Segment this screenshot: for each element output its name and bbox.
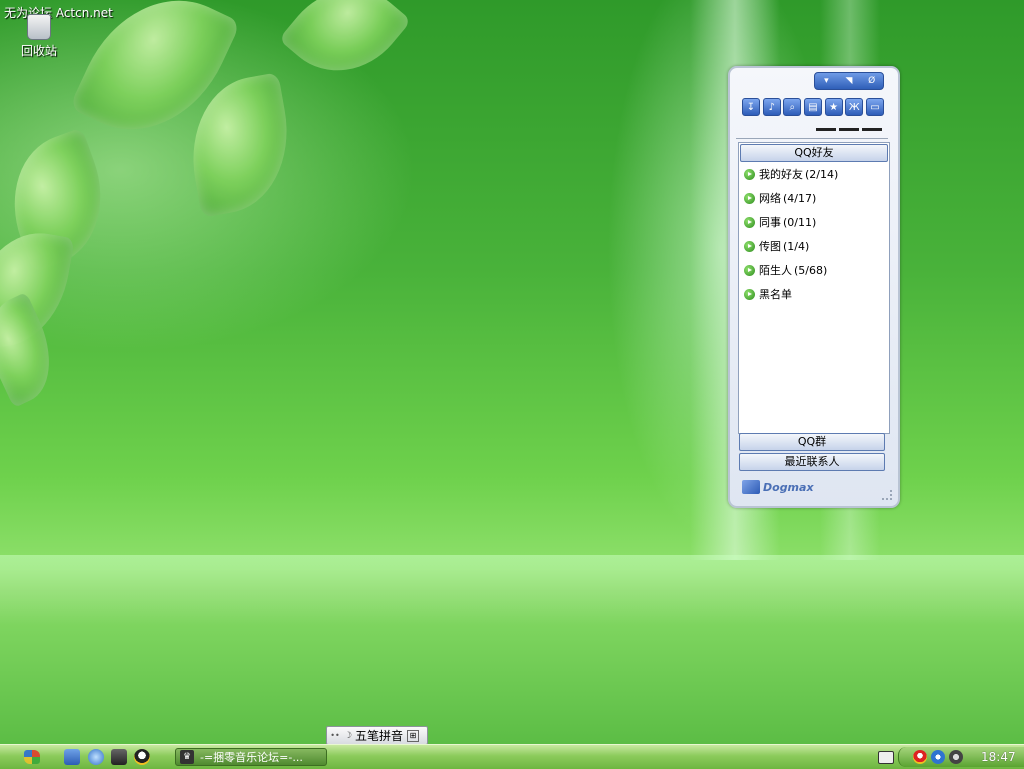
friend-group-item[interactable]: 同事 (0/11) [739,210,889,234]
butterfly-icon[interactable]: Ж [845,98,864,116]
friend-group-item[interactable]: 陌生人 (5/68) [739,258,889,282]
friend-group-item[interactable]: 黑名单 [739,282,889,306]
dash [862,128,882,131]
volume-tray-icon[interactable] [949,750,963,764]
start-button[interactable] [20,748,44,766]
eye-tray-icon[interactable] [931,750,945,764]
group-label: 我的好友 [759,168,803,181]
dropdown-icon[interactable]: ▾ [817,76,835,86]
recycle-bin-shortcut[interactable]: 回收站 [14,12,64,59]
ime-drag-handle-icon[interactable]: •• [327,731,343,740]
file-transfer-icon[interactable]: ↧ [742,98,760,116]
close-icon[interactable]: Ø [863,76,881,86]
group-count: (5/68) [794,263,828,277]
expand-arrow-icon [744,240,755,252]
dogmax-logo-icon [742,480,760,494]
group-count: (2/14) [805,167,839,181]
qq-group-button[interactable]: QQ群 [739,433,885,451]
qq-brand: Dogmax [742,480,814,494]
qq-status-dashes [816,128,882,132]
group-label: 传图 [759,240,781,253]
dash [816,128,836,131]
friend-group-item[interactable]: 我的好友 (2/14) [739,162,889,186]
group-label: 网络 [759,192,781,205]
windows-logo-icon [24,750,40,764]
system-tray: 18:47 [898,747,1024,767]
expand-arrow-icon [744,216,755,228]
sound-icon[interactable]: ♪ [762,98,781,116]
taskbar: ♛ -=捆零音乐论坛=-... 18:47 [0,744,1024,769]
friend-group-item[interactable]: 网络 (4/17) [739,186,889,210]
wallpaper-leaf [278,0,412,98]
expand-arrow-icon [744,288,755,300]
qq-toolbar: ↧ ♪ ⌕ ▤ ★ Ж ▭ [742,98,884,118]
media-player-icon[interactable] [111,749,127,765]
brand-label: Dogmax [763,480,814,494]
recycle-bin-label: 回收站 [20,44,57,58]
group-count: (0/11) [783,215,817,229]
music-forum-icon: ♛ [180,750,194,764]
wallpaper-water-reflection [0,555,1024,625]
expand-arrow-icon [744,264,755,276]
star-icon[interactable]: ★ [824,98,843,116]
ime-language-bar[interactable]: •• ☽ 五笔拼音 ⊞ [326,726,428,745]
resize-grip-icon[interactable] [882,490,892,500]
group-count: (1/4) [783,239,810,253]
qq-contact-panel: ▾ ◥ Ø ↧ ♪ ⌕ ▤ ★ Ж ▭ QQ好友 我的好友 (2/14) 网络 … [728,66,900,508]
expand-arrow-icon [744,192,755,204]
group-label: 陌生人 [759,264,792,277]
qq-titlebar-controls: ▾ ◥ Ø [814,72,884,90]
ime-menu-icon[interactable]: ⊞ [407,729,420,742]
browser-icon[interactable] [88,749,104,765]
moon-icon[interactable]: ☽ [343,731,353,741]
taskbar-window-button[interactable]: ♛ -=捆零音乐论坛=-... [175,748,327,766]
qq-tray-icon[interactable] [913,750,927,764]
friend-group-item[interactable]: 传图 (1/4) [739,234,889,258]
keyboard-icon[interactable] [878,751,894,764]
task-button-label: -=捆零音乐论坛=-... [200,751,303,764]
show-desktop-icon[interactable] [64,749,80,765]
divider [736,138,888,139]
group-label: 同事 [759,216,781,229]
group-count: (4/17) [783,191,817,205]
recent-contacts-button[interactable]: 最近联系人 [739,453,885,471]
qq-friends-header-button[interactable]: QQ好友 [740,144,888,162]
dash [839,128,859,131]
ime-label[interactable]: 五笔拼音 [355,727,403,744]
expand-arrow-icon [744,168,755,180]
folder-icon[interactable]: ▭ [865,98,884,116]
minimize-icon[interactable]: ◥ [840,76,858,86]
recycle-bin-icon [27,14,51,40]
search-icon[interactable]: ⌕ [783,98,802,116]
clipboard-icon[interactable]: ▤ [803,98,822,116]
wallpaper-leaf [0,292,69,408]
clock[interactable]: 18:47 [981,750,1016,764]
qq-penguin-icon[interactable] [134,749,150,765]
group-label: 黑名单 [759,288,792,301]
friend-group-list: QQ好友 我的好友 (2/14) 网络 (4/17) 同事 (0/11) 传图 … [738,142,890,434]
